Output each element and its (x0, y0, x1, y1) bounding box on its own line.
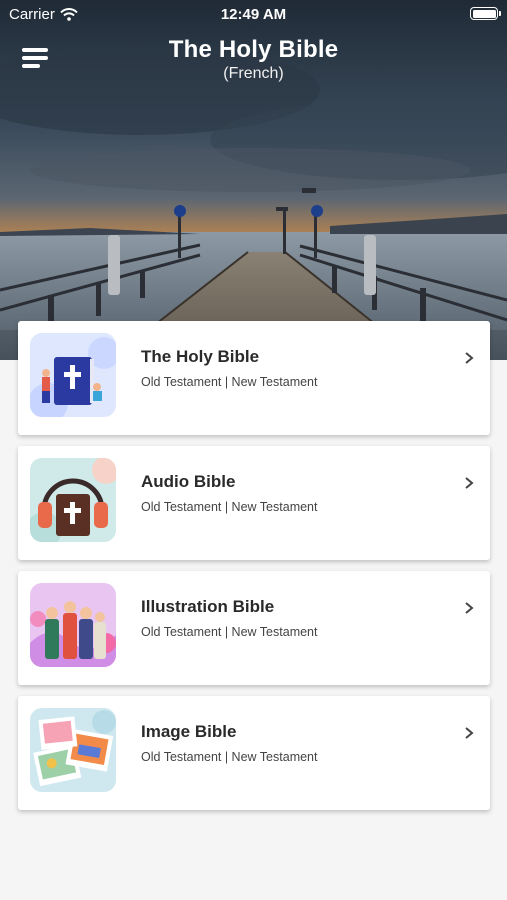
bible-list: The Holy Bible Old Testament | New Testa… (18, 321, 490, 821)
card-illustration-bible[interactable]: Illustration Bible Old Testament | New T… (18, 571, 490, 685)
battery-icon (470, 7, 501, 20)
card-title: Illustration Bible (141, 597, 275, 616)
photo-collage-icon (30, 708, 116, 792)
status-bar: Carrier 12:49 AM (0, 0, 507, 28)
card-title: Audio Bible (141, 472, 236, 491)
headphones-bible-icon (30, 458, 116, 542)
status-time: 12:49 AM (220, 6, 287, 23)
card-subtitle: Old Testament | New Testament (141, 750, 318, 764)
card-subtitle: Old Testament | New Testament (141, 500, 318, 514)
bible-book-icon (30, 333, 116, 417)
chevron-right-icon (465, 602, 474, 614)
card-subtitle: Old Testament | New Testament (141, 375, 318, 389)
chevron-right-icon (465, 727, 474, 739)
card-title: The Holy Bible (141, 347, 260, 366)
page-title: The Holy Bible (168, 36, 339, 63)
card-holy-bible[interactable]: The Holy Bible Old Testament | New Testa… (18, 321, 490, 435)
chevron-right-icon (465, 352, 474, 364)
illustration-figures-icon (30, 583, 116, 667)
card-audio-bible[interactable]: Audio Bible Old Testament | New Testamen… (18, 446, 490, 560)
chevron-right-icon (465, 477, 474, 489)
card-image-bible[interactable]: Image Bible Old Testament | New Testamen… (18, 696, 490, 810)
page-subtitle: (French) (223, 65, 284, 82)
card-subtitle: Old Testament | New Testament (141, 625, 318, 639)
card-title: Image Bible (141, 722, 237, 741)
